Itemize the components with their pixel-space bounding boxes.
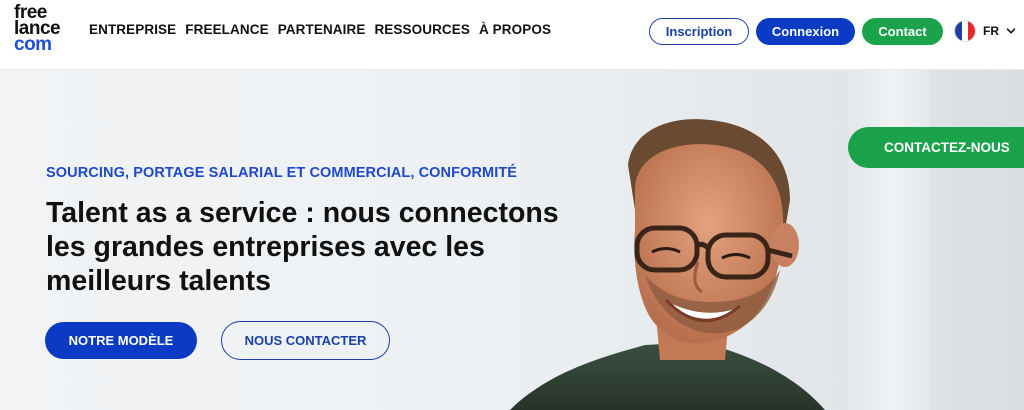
language-code: FR	[983, 24, 999, 38]
france-flag-icon	[954, 20, 976, 42]
connexion-button[interactable]: Connexion	[756, 18, 855, 45]
inscription-button[interactable]: Inscription	[649, 18, 749, 45]
hero-kicker: SOURCING, PORTAGE SALARIAL ET COMMERCIAL…	[46, 165, 518, 181]
main-nav: ENTREPRISE FREELANCE PARTENAIRE RESSOURC…	[89, 22, 551, 37]
chevron-down-icon	[1006, 28, 1016, 34]
contactez-nous-side-button[interactable]: CONTACTEZ-NOUS	[848, 127, 1024, 168]
notre-modele-button[interactable]: NOTRE MODÈLE	[45, 322, 197, 359]
nav-item-entreprise[interactable]: ENTREPRISE	[89, 22, 176, 37]
nav-item-freelance[interactable]: FREELANCE	[185, 22, 268, 37]
nav-item-ressources[interactable]: RESSOURCES	[374, 22, 470, 37]
nav-item-partenaire[interactable]: PARTENAIRE	[278, 22, 366, 37]
nav-item-a-propos[interactable]: À PROPOS	[479, 22, 551, 37]
hero-section: SOURCING, PORTAGE SALARIAL ET COMMERCIAL…	[0, 70, 1024, 410]
nous-contacter-button[interactable]: NOUS CONTACTER	[221, 321, 390, 360]
contact-button[interactable]: Contact	[862, 18, 943, 45]
logo-line-3: com	[14, 34, 52, 55]
language-selector[interactable]: FR	[954, 20, 1016, 42]
freelance-com-logo[interactable]: free lance com	[14, 3, 78, 61]
hero-headline: Talent as a service : nous connectons le…	[46, 197, 559, 297]
site-header: free lance com ENTREPRISE FREELANCE PART…	[0, 0, 1024, 70]
